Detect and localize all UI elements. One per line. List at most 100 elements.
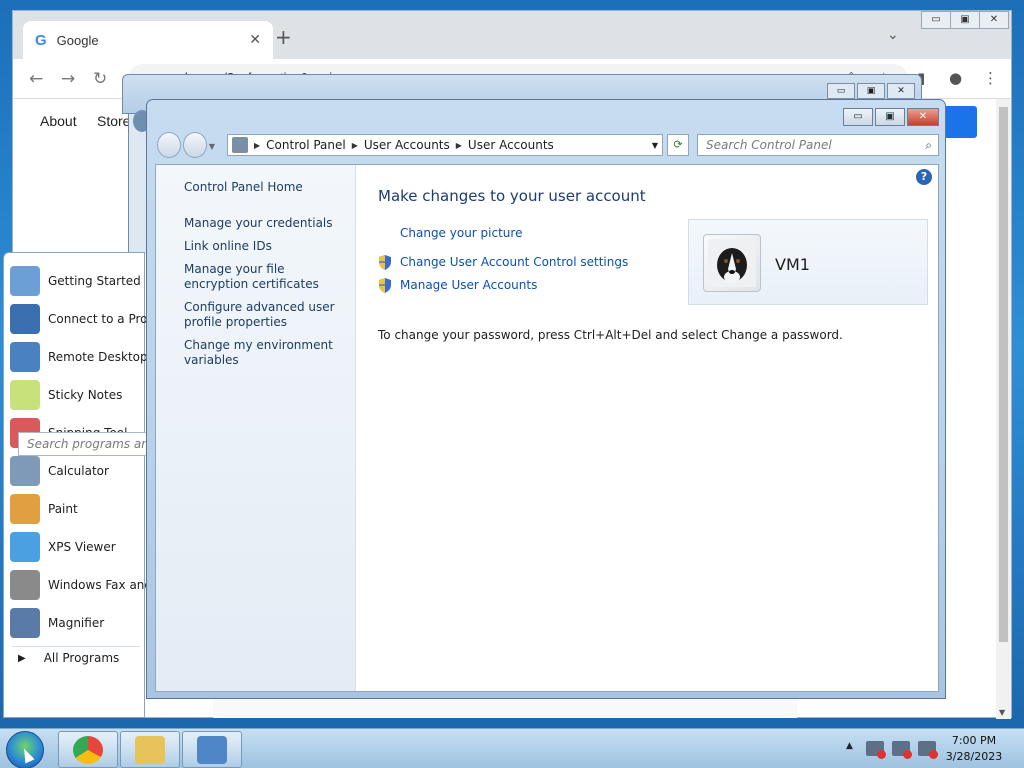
user-account-card: VM1 [688,219,928,305]
start-item-xps-viewer[interactable]: XPS Viewer [10,529,146,565]
user-accounts-icon [232,137,248,153]
scrollbar-thumb[interactable] [999,107,1008,642]
taskbar-control-panel[interactable] [182,731,242,768]
password-instructions: To change your password, press Ctrl+Alt+… [378,328,843,342]
cp-search-placeholder: Search Control Panel [706,138,832,152]
chrome-scrollbar[interactable]: ▼ [996,99,1011,719]
start-item-connect-projector[interactable]: Connect to a Proj [10,301,146,337]
about-link[interactable]: About [40,113,77,129]
xps-viewer-icon [10,532,40,562]
background-explorer-edge [128,114,148,254]
breadcrumb-user-accounts-current[interactable]: User Accounts [468,138,554,152]
chrome-menu-icon[interactable]: ⋮ [983,69,998,87]
volume-muted-icon[interactable] [918,741,938,759]
triangle-right-icon: ▶ [18,652,26,664]
control-panel-icon [197,736,227,764]
sidebar-item-manage-credentials[interactable]: Manage your credentials [184,216,344,231]
cp-maximize-button[interactable]: ▣ [875,108,905,126]
clock-time: 7:00 PM [951,734,997,747]
page-title: Make changes to your user account [378,187,646,205]
cp-forward-button[interactable] [182,132,207,158]
getting-started-icon [10,266,40,296]
start-item-paint[interactable]: Paint [10,491,146,527]
reload-icon[interactable]: ↻ [93,69,107,89]
forward-icon[interactable]: → [61,69,75,89]
username: VM1 [775,255,810,274]
cp-search-input[interactable]: Search Control Panel ⌕ [697,134,939,156]
cp-sidebar: Control Panel Home Manage your credentia… [156,165,356,691]
close-tab-icon[interactable]: ✕ [249,32,261,48]
fax-icon [10,570,40,600]
projector-icon [10,304,40,334]
tab-search-icon[interactable]: ⌄ [887,27,899,43]
cp-close-button[interactable]: ✕ [907,108,939,126]
control-panel-window: ▭ ▣ ✕ ▼ ▶ Control Panel ▶ User Accounts … [146,99,946,699]
bg-maximize-button[interactable]: ▣ [857,83,885,99]
back-icon[interactable]: ← [29,69,43,89]
start-item-getting-started[interactable]: Getting Started [10,263,146,299]
chevron-right-icon: ▶ [254,140,261,150]
change-uac-settings-link[interactable]: Change User Account Control settings [400,255,628,269]
manage-user-accounts-link[interactable]: Manage User Accounts [400,278,537,292]
sidebar-item-file-encryption[interactable]: Manage your file encryption certificates [184,262,344,292]
uac-shield-icon [379,278,391,293]
chrome-tab-strip: G Google ✕ + ⌄ ▭ ▣ ✕ [13,11,1011,59]
breadcrumb-control-panel[interactable]: Control Panel [266,138,346,152]
start-item-fax-scan[interactable]: Windows Fax and [10,567,146,603]
sidebar-item-environment-variables[interactable]: Change my environment variables [184,338,344,368]
start-menu-divider [12,646,140,647]
sticky-notes-icon [10,380,40,410]
taskbar-chrome[interactable] [58,731,118,768]
new-tab-button[interactable]: + [275,25,292,49]
recent-pages-icon[interactable]: ▼ [209,142,215,158]
maximize-button[interactable]: ▣ [950,11,980,29]
change-picture-link[interactable]: Change your picture [400,226,522,240]
bg-minimize-button[interactable]: ▭ [827,83,855,99]
cp-content: Control Panel Home Manage your credentia… [155,164,939,692]
scroll-down-icon[interactable]: ▼ [999,708,1005,717]
explorer-folder-icon [135,736,165,764]
show-hidden-icons-icon[interactable]: ▲ [846,741,853,751]
sidebar-item-link-online-ids[interactable]: Link online IDs [184,239,344,254]
action-center-icon[interactable] [866,741,886,759]
start-item-sticky-notes[interactable]: Sticky Notes [10,377,146,413]
bg-close-button[interactable]: ✕ [887,83,915,99]
cp-main-pane: ? Make changes to your user account Chan… [356,165,938,691]
network-icon[interactable] [892,741,912,759]
cp-minimize-button[interactable]: ▭ [843,108,873,126]
minimize-button[interactable]: ▭ [921,11,951,29]
refresh-icon[interactable]: ⟳ [667,134,689,156]
taskbar-explorer[interactable] [120,731,180,768]
address-dropdown-icon[interactable]: ▼ [652,141,658,150]
chrome-icon [73,736,103,764]
start-item-calculator[interactable]: Calculator [10,453,146,489]
magnifier-icon [10,608,40,638]
start-item-remote-desktop[interactable]: Remote Desktop C [10,339,146,375]
profile-icon[interactable]: ● [949,69,962,87]
store-link[interactable]: Store [97,113,130,129]
sidebar-item-advanced-profile[interactable]: Configure advanced user profile properti… [184,300,344,330]
breadcrumb-user-accounts[interactable]: User Accounts [364,138,450,152]
uac-shield-icon [379,255,391,270]
tab-google[interactable]: G Google ✕ [23,21,273,59]
calculator-icon [10,456,40,486]
tab-title: Google [56,32,99,48]
close-button[interactable]: ✕ [979,11,1009,29]
sign-in-button[interactable] [943,106,977,138]
remote-desktop-icon [10,342,40,372]
start-menu: Getting Started Connect to a Proj Remote… [3,252,146,718]
help-icon[interactable]: ? [916,169,932,185]
start-item-magnifier[interactable]: Magnifier [10,605,146,641]
google-favicon-icon: G [35,31,47,49]
clock-date: 3/28/2023 [945,750,1003,763]
system-clock[interactable]: 7:00 PM 3/28/2023 [944,733,1004,765]
page-bottom-bar [213,696,797,718]
start-search-input[interactable]: Search programs and files [18,432,148,456]
avatar[interactable] [703,234,761,292]
search-icon[interactable]: ⌕ [925,138,932,153]
all-programs-button[interactable]: ▶ All Programs [18,651,119,665]
cp-back-button[interactable] [157,132,181,158]
cp-address-bar[interactable]: ▶ Control Panel ▶ User Accounts ▶ User A… [227,134,663,156]
sidebar-item-control-panel-home[interactable]: Control Panel Home [184,180,344,195]
chrome-window-controls: ▭ ▣ ✕ [921,11,1009,29]
